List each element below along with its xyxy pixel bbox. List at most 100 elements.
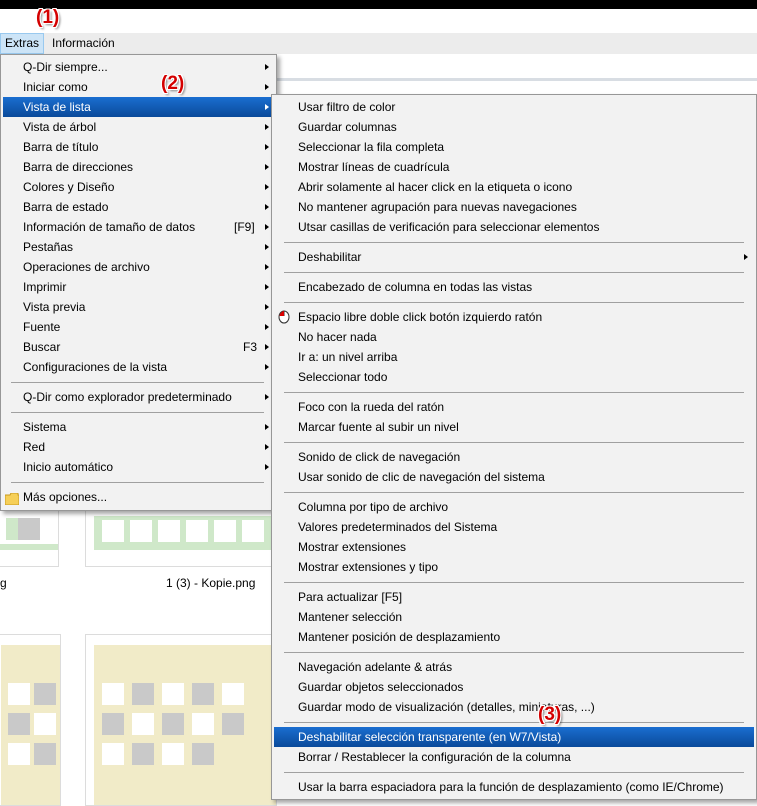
menu-item-sonido-sistema[interactable]: Usar sonido de clic de navegación del si…	[274, 467, 754, 487]
menu-item-imprimir[interactable]: Imprimir	[3, 277, 273, 297]
annotation-marker-2: (2)	[161, 73, 185, 94]
menu-item-vista-de-arbol[interactable]: Vista de árbol	[3, 117, 273, 137]
menu-item-no-hacer-nada[interactable]: No hacer nada	[274, 327, 754, 347]
shortcut-f3: F3	[243, 340, 258, 354]
menu-item-red[interactable]: Red	[3, 437, 273, 457]
shortcut-f9: [F9]	[234, 220, 255, 234]
submenu-arrow-icon	[265, 164, 269, 170]
submenu-arrow-icon	[265, 364, 269, 370]
menu-item-para-actualizar[interactable]: Para actualizar [F5]	[274, 587, 754, 607]
window-top-edge	[0, 0, 757, 9]
file-name-left: g	[0, 576, 7, 590]
thumbnail-left-bottom[interactable]	[0, 634, 61, 806]
menu-item-abrir-solamente[interactable]: Abrir solamente al hacer click en la eti…	[274, 177, 754, 197]
menu-item-mas-opciones[interactable]: Más opciones...	[3, 487, 273, 507]
menu-item-espacio-libre-doble-click[interactable]: Espacio libre doble click botón izquierd…	[274, 307, 754, 327]
menu-item-guardar-columnas[interactable]: Guardar columnas	[274, 117, 754, 137]
menu-item-qdir-siempre[interactable]: Q-Dir siempre...	[3, 57, 273, 77]
menu-item-valores-predeterminados[interactable]: Valores predeterminados del Sistema	[274, 517, 754, 537]
menu-item-seleccionar-fila[interactable]: Seleccionar la fila completa	[274, 137, 754, 157]
menu-item-no-mantener-agrupacion[interactable]: No mantener agrupación para nuevas naveg…	[274, 197, 754, 217]
menu-separator	[11, 412, 264, 413]
submenu-arrow-icon	[265, 464, 269, 470]
menu-item-pestanas[interactable]: Pestañas	[3, 237, 273, 257]
menu-item-ir-nivel-arriba[interactable]: Ir a: un nivel arriba	[274, 347, 754, 367]
list-view-submenu: Usar filtro de color Guardar columnas Se…	[271, 94, 757, 800]
submenu-arrow-icon	[265, 424, 269, 430]
menu-separator	[284, 442, 744, 443]
menu-item-mantener-seleccion[interactable]: Mantener selección	[274, 607, 754, 627]
menu-item-encabezado-columna[interactable]: Encabezado de columna en todas las vista…	[274, 277, 754, 297]
menu-item-navegacion-adelante-atras[interactable]: Navegación adelante & atrás	[274, 657, 754, 677]
submenu-arrow-icon	[265, 244, 269, 250]
address-bar[interactable]	[276, 54, 757, 81]
menu-item-qdir-explorador[interactable]: Q-Dir como explorador predeterminado	[3, 387, 273, 407]
menu-item-deshabilitar-seleccion-transparente[interactable]: Deshabilitar selección transparente (en …	[274, 727, 754, 747]
menu-separator	[284, 492, 744, 493]
submenu-arrow-icon	[265, 124, 269, 130]
submenu-arrow-icon	[265, 304, 269, 310]
submenu-arrow-icon	[265, 184, 269, 190]
menu-item-sistema[interactable]: Sistema	[3, 417, 273, 437]
menu-item-barra-espaciadora[interactable]: Usar la barra espaciadora para la funció…	[274, 777, 754, 797]
submenu-arrow-icon	[265, 64, 269, 70]
submenu-arrow-icon	[265, 144, 269, 150]
submenu-arrow-icon	[265, 324, 269, 330]
menu-item-mostrar-cuadricula[interactable]: Mostrar líneas de cuadrícula	[274, 157, 754, 177]
menu-item-barra-de-direcciones[interactable]: Barra de direcciones	[3, 157, 273, 177]
menu-item-mantener-posicion[interactable]: Mantener posición de desplazamiento	[274, 627, 754, 647]
submenu-arrow-icon	[744, 254, 748, 260]
menu-item-fuente[interactable]: Fuente	[3, 317, 273, 337]
menu-item-usar-filtro-color[interactable]: Usar filtro de color	[274, 97, 754, 117]
menu-separator	[284, 392, 744, 393]
menu-item-foco-rueda[interactable]: Foco con la rueda del ratón	[274, 397, 754, 417]
submenu-arrow-icon	[265, 84, 269, 90]
menu-item-borrar-restablecer-columna[interactable]: Borrar / Restablecer la configuración de…	[274, 747, 754, 767]
menu-item-columna-tipo-archivo[interactable]: Columna por tipo de archivo	[274, 497, 754, 517]
submenu-arrow-icon	[265, 284, 269, 290]
menu-item-iniciar-como[interactable]: Iniciar como	[3, 77, 273, 97]
folder-icon	[4, 491, 20, 511]
menu-item-marcar-fuente[interactable]: Marcar fuente al subir un nivel	[274, 417, 754, 437]
menu-item-vista-previa[interactable]: Vista previa	[3, 297, 273, 317]
annotation-marker-3: (3)	[538, 704, 562, 725]
menu-item-guardar-objetos[interactable]: Guardar objetos seleccionados	[274, 677, 754, 697]
submenu-arrow-icon	[265, 204, 269, 210]
menu-item-seleccionar-todo[interactable]: Seleccionar todo	[274, 367, 754, 387]
submenu-arrow-icon	[265, 344, 269, 350]
menu-item-casillas-verificacion[interactable]: Utsar casillas de verificación para sele…	[274, 217, 754, 237]
submenu-arrow-icon	[265, 264, 269, 270]
submenu-arrow-icon	[265, 104, 269, 110]
menu-bar: Extras Información	[0, 33, 757, 54]
menu-extras[interactable]: Extras	[0, 33, 45, 54]
menu-item-deshabilitar[interactable]: Deshabilitar	[274, 247, 754, 267]
menu-item-vista-de-lista[interactable]: Vista de lista	[3, 97, 273, 117]
menu-separator	[11, 482, 264, 483]
menu-item-barra-de-estado[interactable]: Barra de estado	[3, 197, 273, 217]
menu-item-mostrar-extensiones-tipo[interactable]: Mostrar extensiones y tipo	[274, 557, 754, 577]
menu-item-barra-de-titulo[interactable]: Barra de título	[3, 137, 273, 157]
menu-separator	[284, 652, 744, 653]
extras-menu: Q-Dir siempre... Iniciar como Vista de l…	[0, 54, 277, 511]
menu-item-inicio-automatico[interactable]: Inicio automático	[3, 457, 273, 477]
menu-separator	[284, 272, 744, 273]
annotation-marker-1: (1)	[36, 7, 60, 28]
menu-item-sonido-click[interactable]: Sonido de click de navegación	[274, 447, 754, 467]
menu-item-configuraciones-vista[interactable]: Configuraciones de la vista	[3, 357, 273, 377]
menu-item-operaciones-archivo[interactable]: Operaciones de archivo	[3, 257, 273, 277]
thumbnail-center-bottom[interactable]	[85, 634, 277, 806]
menu-item-informacion-tamano[interactable]: Información de tamaño de datos [F9]	[3, 217, 273, 237]
menu-separator	[11, 382, 264, 383]
menu-item-colores-y-diseno[interactable]: Colores y Diseño	[3, 177, 273, 197]
menu-item-buscar[interactable]: Buscar F3	[3, 337, 273, 357]
menu-item-mostrar-extensiones[interactable]: Mostrar extensiones	[274, 537, 754, 557]
menu-separator	[284, 772, 744, 773]
menu-separator	[284, 722, 744, 723]
submenu-arrow-icon	[265, 444, 269, 450]
menu-informacion[interactable]: Información	[47, 33, 120, 54]
menu-separator	[284, 582, 744, 583]
menu-item-guardar-modo-visualizacion[interactable]: Guardar modo de visualización (detalles,…	[274, 697, 754, 717]
submenu-arrow-icon	[265, 224, 269, 230]
submenu-arrow-icon	[265, 394, 269, 400]
file-name[interactable]: 1 (3) - Kopie.png	[166, 576, 255, 590]
